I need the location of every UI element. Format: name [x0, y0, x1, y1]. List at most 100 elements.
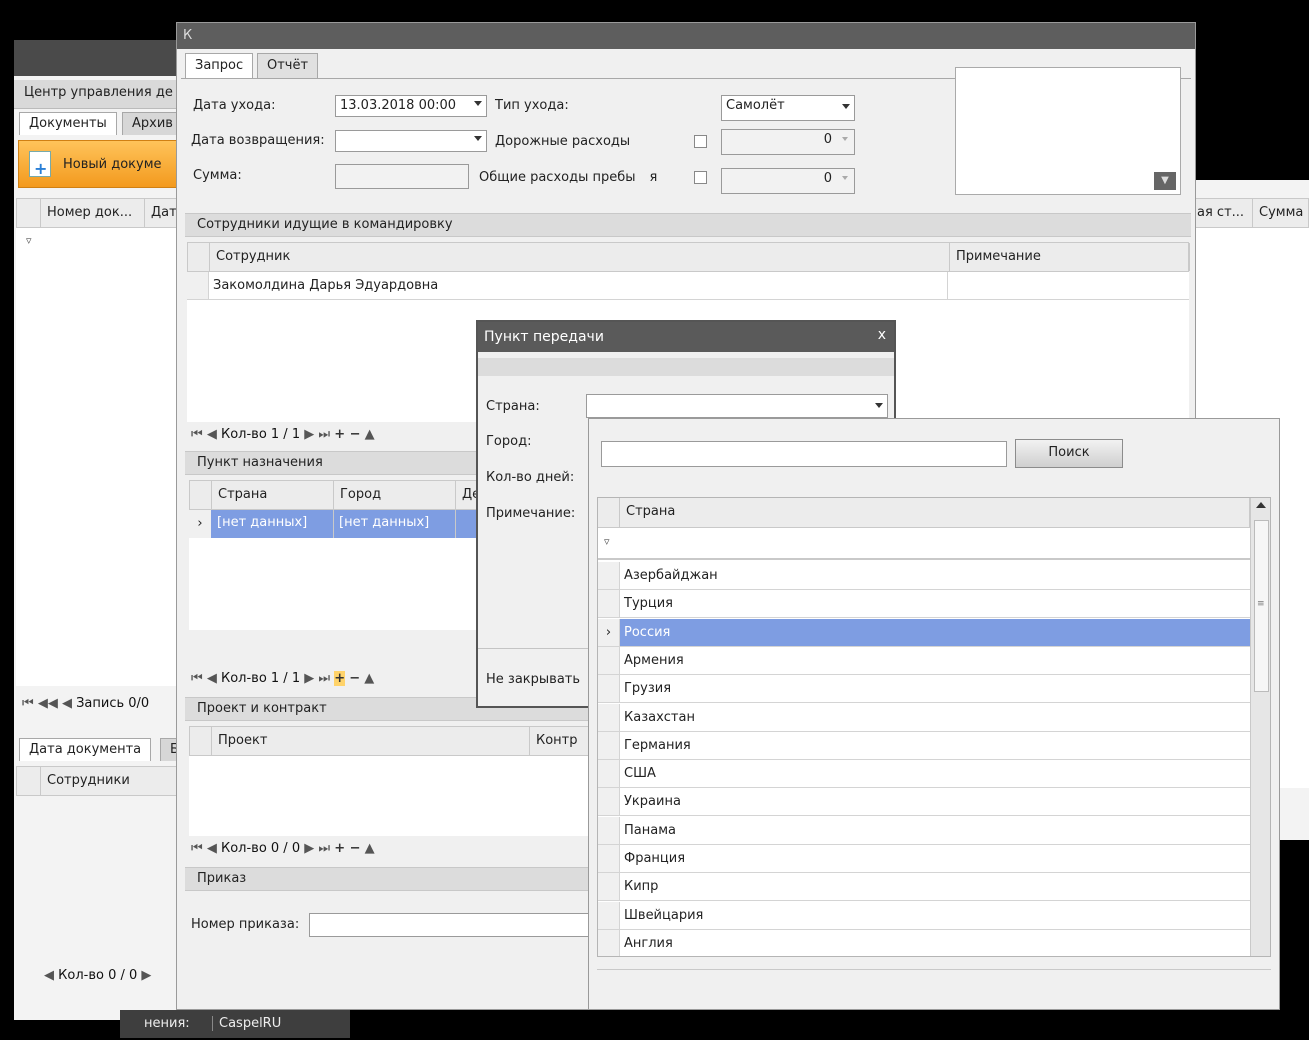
transfer-dialog-titlebar: Пункт передачи x [478, 322, 894, 352]
country-row[interactable]: США [598, 760, 1250, 789]
country-row[interactable]: Грузия [598, 675, 1250, 704]
country-name: Панама [624, 822, 676, 838]
country-name: США [624, 766, 656, 782]
transfer-dialog-title: Пункт передачи [484, 329, 604, 345]
col-status[interactable]: ая ст... [1191, 199, 1253, 227]
country-name: Украина [624, 794, 681, 810]
country-row[interactable]: Казахстан [598, 703, 1250, 732]
new-document-label: Новый докуме [63, 157, 162, 172]
country-row[interactable]: › Россия [598, 618, 1250, 647]
return-date-field[interactable] [335, 130, 487, 152]
col-country[interactable]: Страна [212, 481, 334, 509]
leave-type-dropdown-icon[interactable] [842, 104, 850, 109]
stay-expenses-field[interactable]: 0 [721, 168, 855, 194]
leave-date-label: Дата ухода: [193, 98, 276, 113]
right-grid-header: ая ст... Сумма [1190, 198, 1309, 228]
travel-expenses-checkbox[interactable] [694, 135, 707, 148]
country-name: Кипр [624, 879, 659, 895]
order-number-label: Номер приказа: [191, 917, 300, 932]
destination-navigator[interactable]: ⏮ ◀ Кол-во 1 / 1 ▶ ⏭ + − ▲ [191, 671, 374, 686]
main-window-titlebar [14, 40, 184, 76]
main-window: Центр управления де Документы Архив + Но… [14, 40, 189, 1020]
return-date-dropdown-icon[interactable] [474, 136, 482, 141]
tab-document-date[interactable]: Дата документа [19, 738, 152, 761]
country-row[interactable]: Азербайджан [598, 562, 1250, 590]
tab-documents[interactable]: Документы [19, 112, 117, 135]
note-area-dropdown-icon[interactable]: ▼ [1154, 172, 1176, 190]
filter-icon: ▿ [604, 535, 610, 548]
project-grid-header: Проект Контр [189, 726, 590, 756]
days-label: Кол-во дней: [486, 470, 575, 485]
country-name: Турция [624, 596, 674, 612]
country-filter-row[interactable]: ▿ [598, 528, 1250, 560]
country-name: Германия [624, 737, 691, 753]
stay-expenses-checkbox[interactable] [694, 171, 707, 184]
leave-type-label: Тип ухода: [495, 98, 569, 113]
col-city[interactable]: Город [334, 481, 456, 509]
record-navigator[interactable]: ⏮ ◀◀ ◀ Запись 0/0 [22, 696, 149, 711]
sum-field[interactable] [335, 164, 469, 189]
employees-bottom-grid-header: Сотрудники [16, 766, 185, 796]
keep-open-label[interactable]: Не закрывать [486, 672, 580, 687]
country-grid-header: Страна [598, 498, 1250, 528]
col-sum[interactable]: Сумма [1253, 199, 1309, 227]
country-field[interactable] [586, 394, 888, 418]
country-list: Азербайджан Турция › Россия Армения Грузия Каз… [598, 562, 1250, 956]
country-row[interactable]: Кипр [598, 873, 1250, 902]
return-date-label: Дата возвращения: [191, 133, 325, 148]
project-navigator[interactable]: ⏮ ◀ Кол-во 0 / 0 ▶ ⏭ + − ▲ [191, 841, 375, 856]
col-project[interactable]: Проект [212, 727, 530, 755]
documents-grid-body [16, 256, 184, 686]
documents-filter-row[interactable]: ▿ [16, 228, 184, 257]
country-name: Казахстан [624, 709, 695, 725]
stay-expenses-label: Общие расходы пребы я [479, 170, 658, 185]
travel-expenses-field[interactable]: 0 [721, 129, 855, 155]
col-country-name[interactable]: Страна [620, 498, 1250, 527]
employee-row[interactable]: Закомолдина Дарья Эдуардовна [187, 272, 1189, 300]
destination-row[interactable]: › [нет данных] [нет данных] [189, 510, 489, 538]
col-document-number[interactable]: Номер док... [41, 199, 145, 227]
destination-grid-body: › [нет данных] [нет данных] [189, 510, 489, 630]
col-employees[interactable]: Сотрудники [41, 767, 185, 795]
search-button[interactable]: Поиск [1015, 439, 1123, 468]
travel-expenses-spin-icon[interactable] [842, 137, 848, 141]
main-window-title: Центр управления де [24, 85, 173, 100]
note-area[interactable]: ▼ [955, 67, 1181, 195]
leave-date-dropdown-icon[interactable] [474, 101, 482, 106]
country-row[interactable]: Германия [598, 731, 1250, 760]
country-dropdown-icon[interactable] [875, 403, 883, 408]
country-lookup-popup: Поиск Страна ▿ Азербайджан Турция › Россия А… [588, 418, 1280, 1010]
country-name: Россия [624, 624, 671, 640]
country-row[interactable]: Панама [598, 816, 1250, 845]
country-name: Азербайджан [624, 568, 718, 583]
tab-report[interactable]: Отчёт [257, 53, 319, 78]
country-search-input[interactable] [601, 441, 1007, 467]
sum-label: Сумма: [193, 168, 242, 183]
order-number-field[interactable] [309, 913, 609, 937]
new-document-button[interactable]: + Новый докуме [18, 140, 184, 188]
country-name: Англия [624, 935, 673, 951]
bottom-navigator[interactable]: ◀ Кол-во 0 / 0 ▶ [44, 968, 151, 983]
tab-archive[interactable]: Архив [122, 112, 183, 135]
col-note[interactable]: Примечание [950, 243, 1190, 271]
country-name: Франция [624, 851, 686, 866]
country-scrollbar[interactable]: ≡ [1250, 498, 1270, 956]
col-employee[interactable]: Сотрудник [210, 243, 950, 271]
country-row[interactable]: Швейцария [598, 901, 1250, 930]
stay-expenses-spin-icon[interactable] [842, 176, 848, 180]
country-row[interactable]: Франция [598, 845, 1250, 873]
leave-date-field[interactable]: 13.03.2018 00:00 [335, 95, 487, 117]
country-row[interactable]: Армения [598, 646, 1250, 675]
employees-navigator[interactable]: ⏮ ◀ Кол-во 1 / 1 ▶ ⏭ + − ▲ [191, 427, 375, 442]
country-row[interactable]: Украина [598, 788, 1250, 817]
close-icon[interactable]: x [878, 327, 886, 343]
main-window-caption: Центр управления де [14, 80, 184, 109]
travel-expenses-label: Дорожные расходы [495, 134, 631, 149]
scroll-up-icon[interactable] [1256, 502, 1266, 508]
leave-type-field[interactable]: Самолёт [721, 95, 855, 121]
scroll-thumb[interactable]: ≡ [1254, 520, 1269, 692]
tab-request[interactable]: Запрос [185, 53, 254, 78]
country-row[interactable]: Англия [598, 929, 1250, 956]
col-contract[interactable]: Контр [530, 727, 590, 755]
country-row[interactable]: Турция [598, 590, 1250, 619]
